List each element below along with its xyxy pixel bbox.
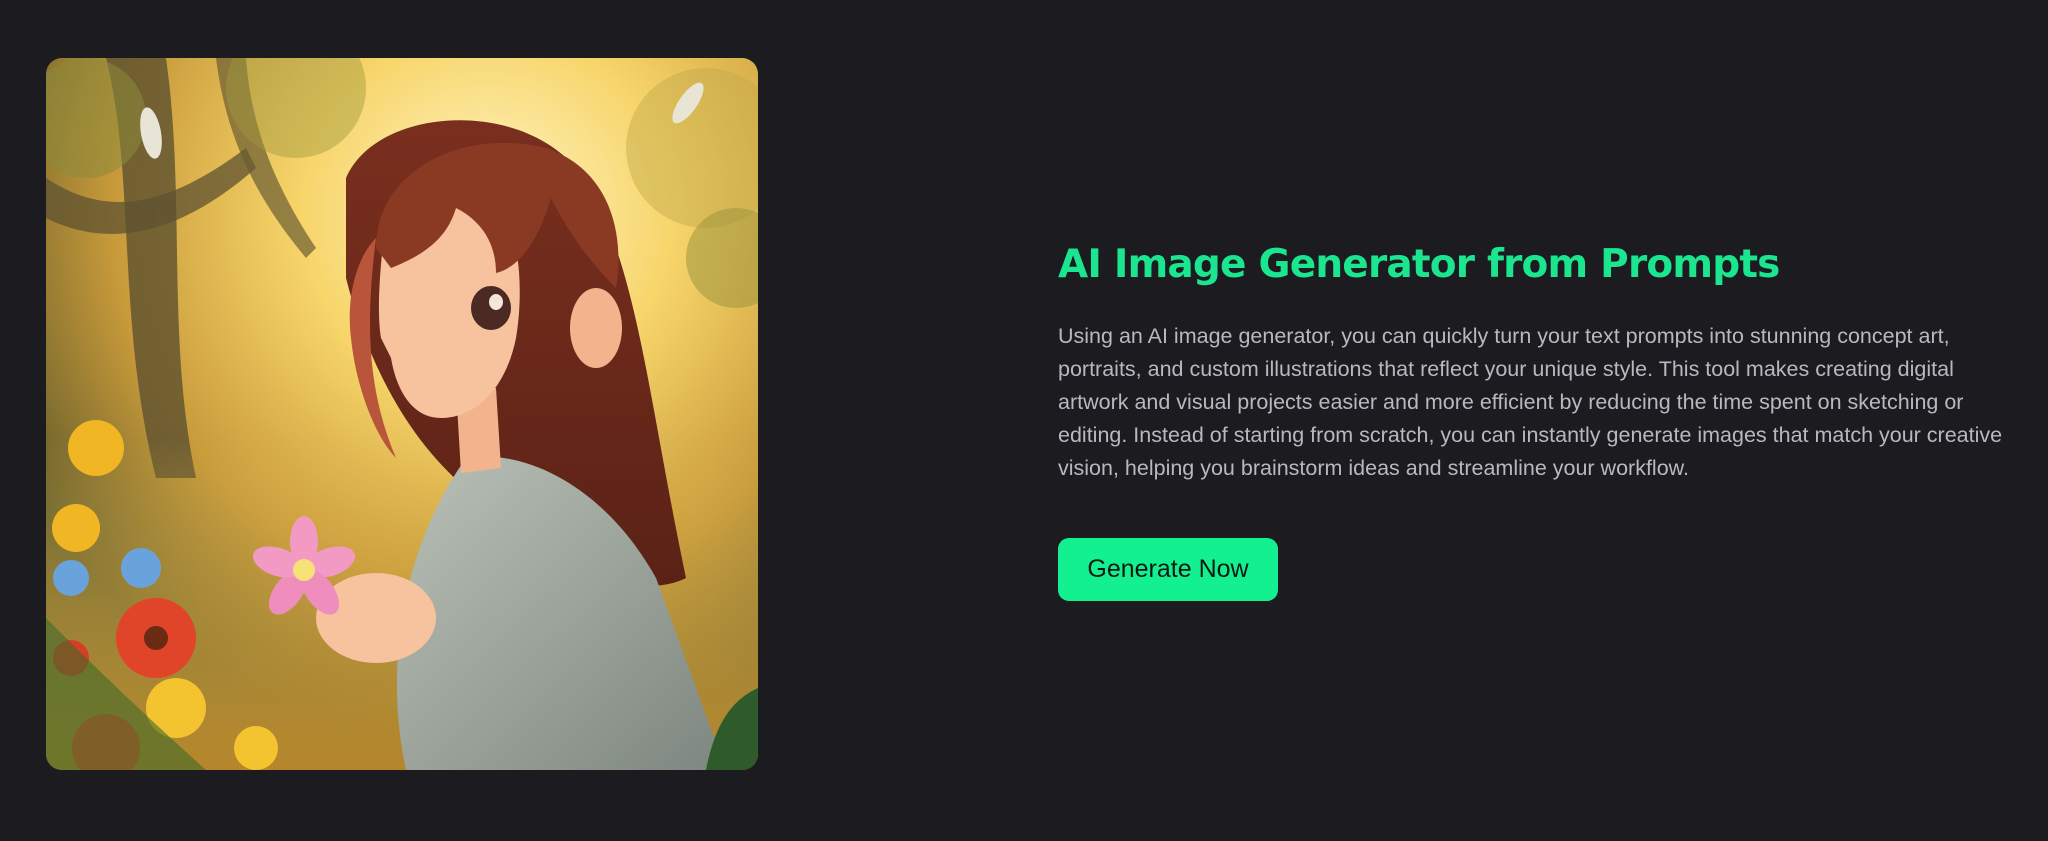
hero-description: Using an AI image generator, you can qui… — [1058, 324, 2003, 480]
hero-title: AI Image Generator from Prompts — [1058, 242, 1780, 287]
hero-section: AI Image Generator from Prompts Using an… — [0, 0, 2048, 841]
hero-illustration — [46, 58, 758, 770]
hero-content: AI Image Generator from Prompts Using an… — [1058, 236, 2018, 601]
anime-girl-artwork — [46, 58, 758, 770]
generate-now-button[interactable]: Generate Now — [1058, 538, 1278, 601]
